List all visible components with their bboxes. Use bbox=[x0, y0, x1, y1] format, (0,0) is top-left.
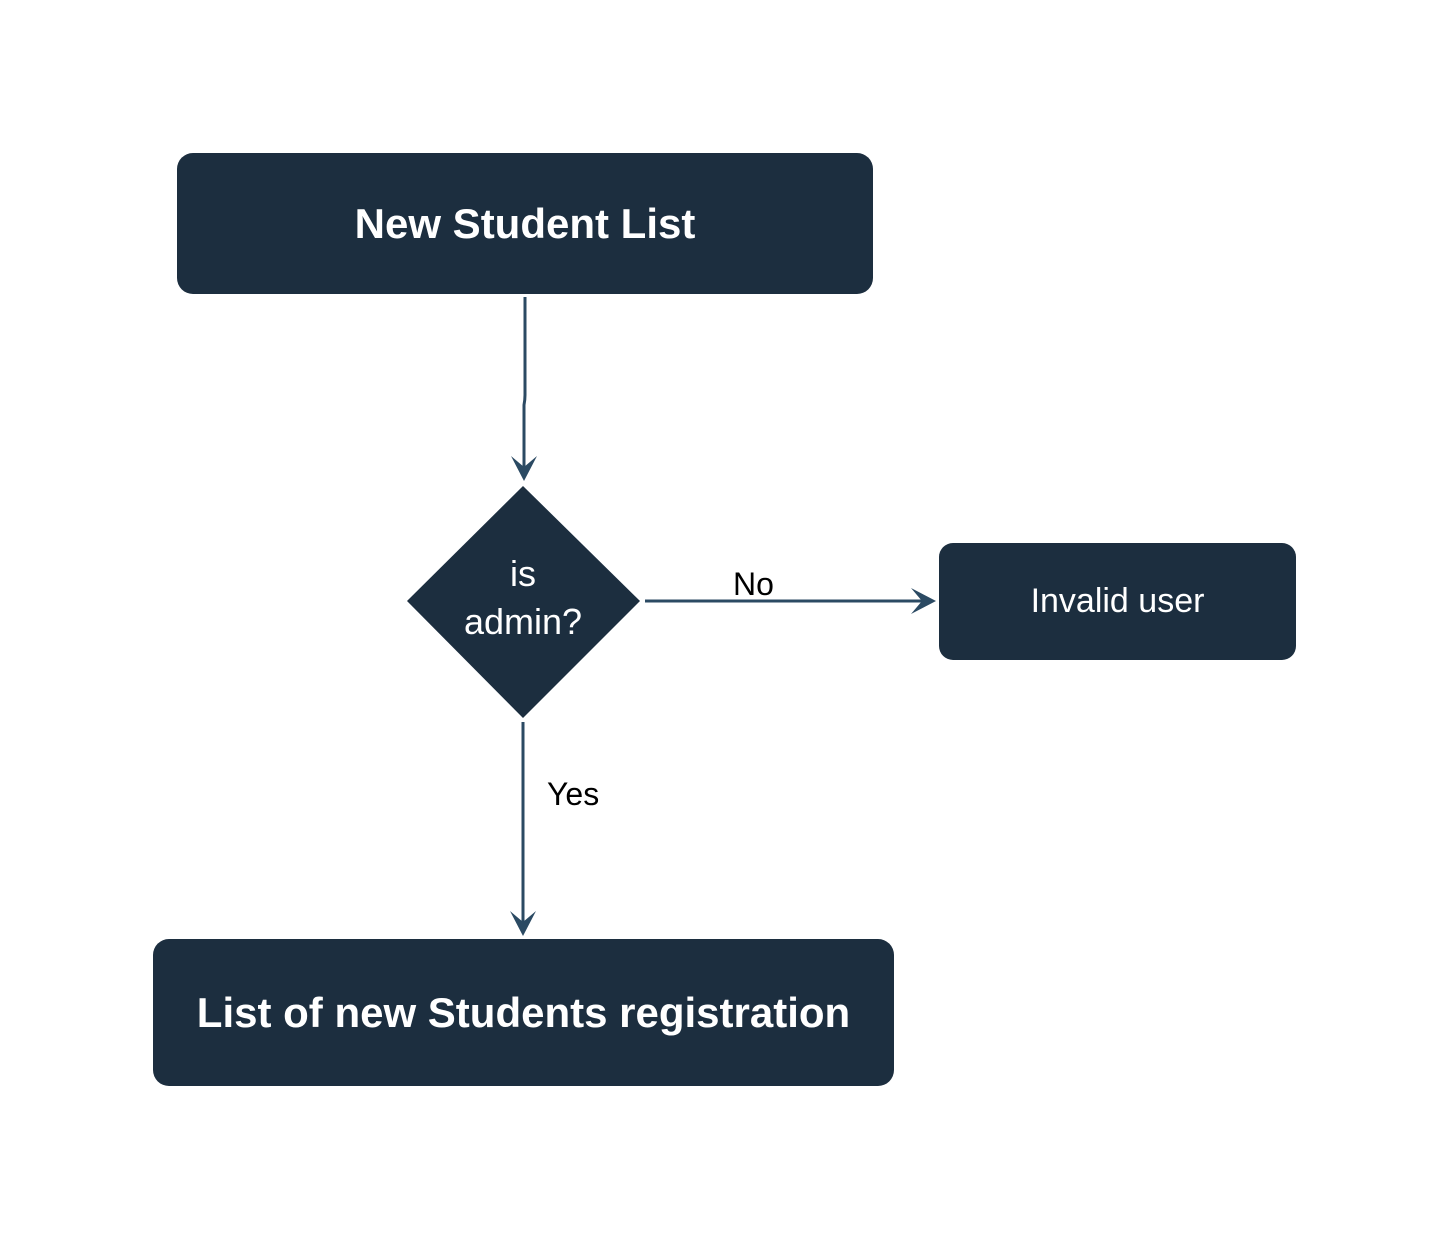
invalid-user-node-label: Invalid user bbox=[1030, 582, 1205, 620]
decision-label-line2: admin? bbox=[463, 601, 583, 642]
connector-start-to-decision bbox=[522, 297, 527, 470]
start-node[interactable]: New Student List bbox=[177, 153, 873, 294]
decision-node-label: is admin? bbox=[430, 550, 616, 646]
end-node-label: List of new Students registration bbox=[196, 988, 851, 1036]
end-node[interactable]: List of new Students registration bbox=[153, 939, 894, 1086]
edge-label-yes: Yes bbox=[547, 776, 600, 812]
edge-label-no: No bbox=[733, 566, 774, 602]
invalid-user-node[interactable]: Invalid user bbox=[939, 543, 1296, 660]
start-node-label: New Student List bbox=[354, 199, 696, 247]
decision-label-line1: is bbox=[510, 553, 536, 594]
